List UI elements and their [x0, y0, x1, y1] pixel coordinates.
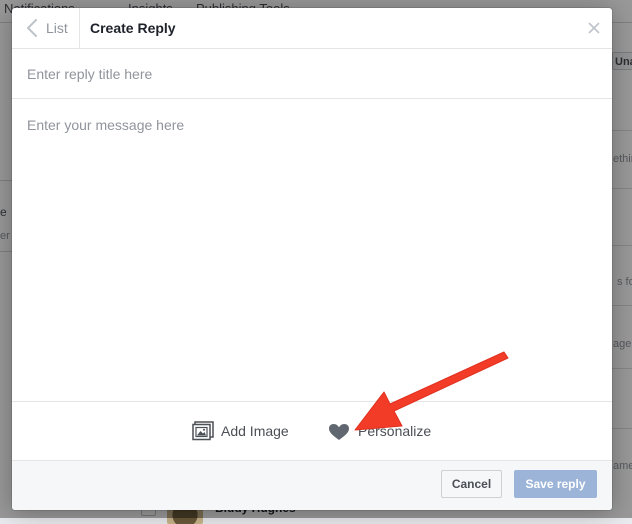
create-reply-dialog: List Create Reply Add Image Personalize: [12, 8, 612, 510]
back-label: List: [46, 20, 68, 36]
composer-toolbar: Add Image Personalize: [12, 403, 612, 461]
close-icon[interactable]: [585, 19, 603, 37]
message-textarea[interactable]: [12, 100, 612, 402]
personalize-label: Personalize: [358, 423, 432, 439]
dialog-title: Create Reply: [90, 20, 176, 36]
chevron-left-icon: [27, 19, 37, 37]
dialog-footer: Cancel Save reply: [12, 461, 612, 510]
personalize-button[interactable]: Personalize: [328, 403, 436, 460]
save-reply-button[interactable]: Save reply: [514, 470, 597, 498]
back-to-list-button[interactable]: List: [12, 8, 80, 48]
add-image-label: Add Image: [221, 423, 289, 439]
cancel-button[interactable]: Cancel: [441, 470, 502, 498]
reply-title-input[interactable]: [12, 49, 612, 99]
image-icon: [192, 421, 214, 441]
dialog-header: List Create Reply: [12, 8, 612, 49]
heart-icon: [329, 424, 349, 440]
add-image-button[interactable]: Add Image: [192, 403, 292, 460]
